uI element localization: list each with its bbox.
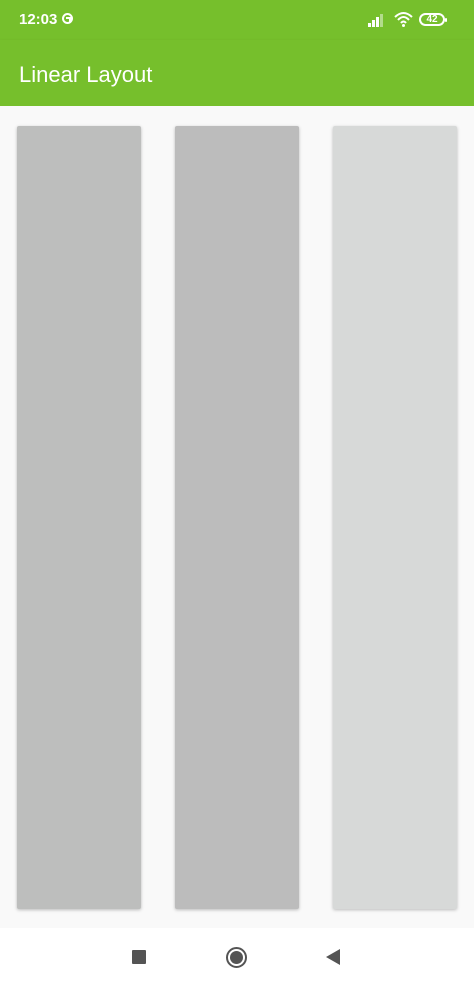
panel-1 <box>17 126 141 909</box>
panel-2 <box>175 126 299 909</box>
recents-button[interactable] <box>132 950 146 964</box>
status-time: 12:03 <box>19 11 58 28</box>
sync-icon <box>62 13 73 24</box>
status-bar: 12:03 42 <box>0 0 474 40</box>
wifi-icon <box>394 12 413 27</box>
navigation-bar <box>0 928 474 985</box>
linear-layout-content <box>0 106 474 928</box>
app-bar: Linear Layout <box>0 40 474 106</box>
signal-icon <box>368 14 383 27</box>
back-button[interactable] <box>326 949 340 965</box>
panel-3 <box>333 126 457 909</box>
battery-icon: 42 <box>419 13 447 26</box>
page-title: Linear Layout <box>19 62 153 87</box>
home-button[interactable] <box>226 947 247 968</box>
